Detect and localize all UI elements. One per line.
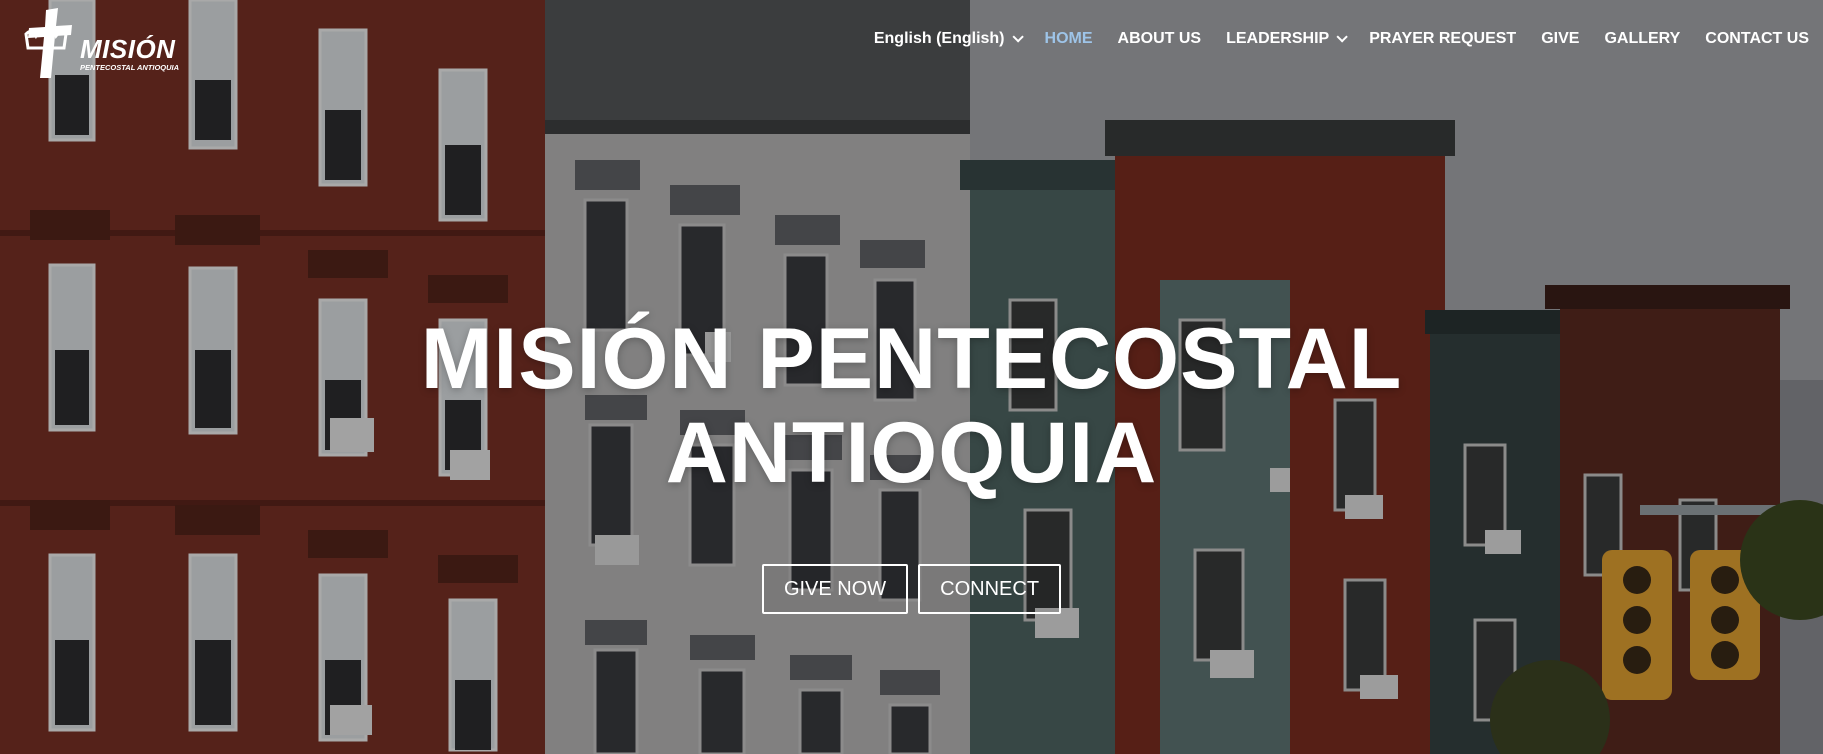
nav-contact-label: CONTACT US — [1705, 30, 1809, 47]
nav-language-label: English (English) — [873, 30, 1005, 47]
nav-item-home[interactable]: HOME — [1045, 30, 1093, 48]
hero-section: MISIÓN PENTECOSTAL ANTIOQUIA English (En… — [0, 0, 1823, 754]
nav-language-selector[interactable]: English (English) — [873, 30, 1024, 48]
nav-prayer-label: PRAYER REQUEST — [1369, 30, 1517, 47]
logo-title: MISIÓN — [80, 34, 176, 64]
nav-item-leadership[interactable]: LEADERSHIP — [1226, 30, 1348, 48]
hero-title-line-1: MISIÓN PENTECOSTAL — [420, 311, 1403, 407]
nav-item-gallery[interactable]: GALLERY — [1604, 30, 1680, 48]
nav-item-give[interactable]: GIVE — [1541, 30, 1579, 48]
site-header: MISIÓN PENTECOSTAL ANTIOQUIA English (En… — [0, 0, 1823, 84]
nav-about-label: ABOUT US — [1117, 30, 1202, 47]
chevron-down-icon — [1011, 31, 1024, 43]
main-navigation: English (English) HOME ABOUT US LEADERSH… — [849, 30, 1809, 48]
nav-leadership-label: LEADERSHIP — [1226, 30, 1330, 47]
nav-give-label: GIVE — [1541, 30, 1580, 47]
nav-item-contact-us[interactable]: CONTACT US — [1705, 30, 1809, 48]
nav-gallery-label: GALLERY — [1604, 30, 1681, 47]
logo-subtitle: PENTECOSTAL ANTIOQUIA — [80, 63, 180, 72]
connect-button[interactable]: CONNECT — [918, 564, 1062, 614]
nav-item-about-us[interactable]: ABOUT US — [1118, 30, 1202, 48]
site-logo[interactable]: MISIÓN PENTECOSTAL ANTIOQUIA — [20, 4, 180, 80]
cross-crown-logo-icon — [24, 8, 72, 78]
chevron-down-icon — [1336, 31, 1348, 43]
give-now-button[interactable]: GIVE NOW — [761, 564, 909, 614]
nav-item-prayer-request[interactable]: PRAYER REQUEST — [1369, 30, 1516, 48]
nav-home-label: HOME — [1044, 30, 1093, 47]
hero-title-line-2: ANTIOQUIA — [665, 405, 1158, 501]
hero-title: MISIÓN PENTECOSTAL ANTIOQUIA — [0, 312, 1823, 500]
hero-buttons: GIVE NOW CONNECT — [0, 564, 1823, 614]
